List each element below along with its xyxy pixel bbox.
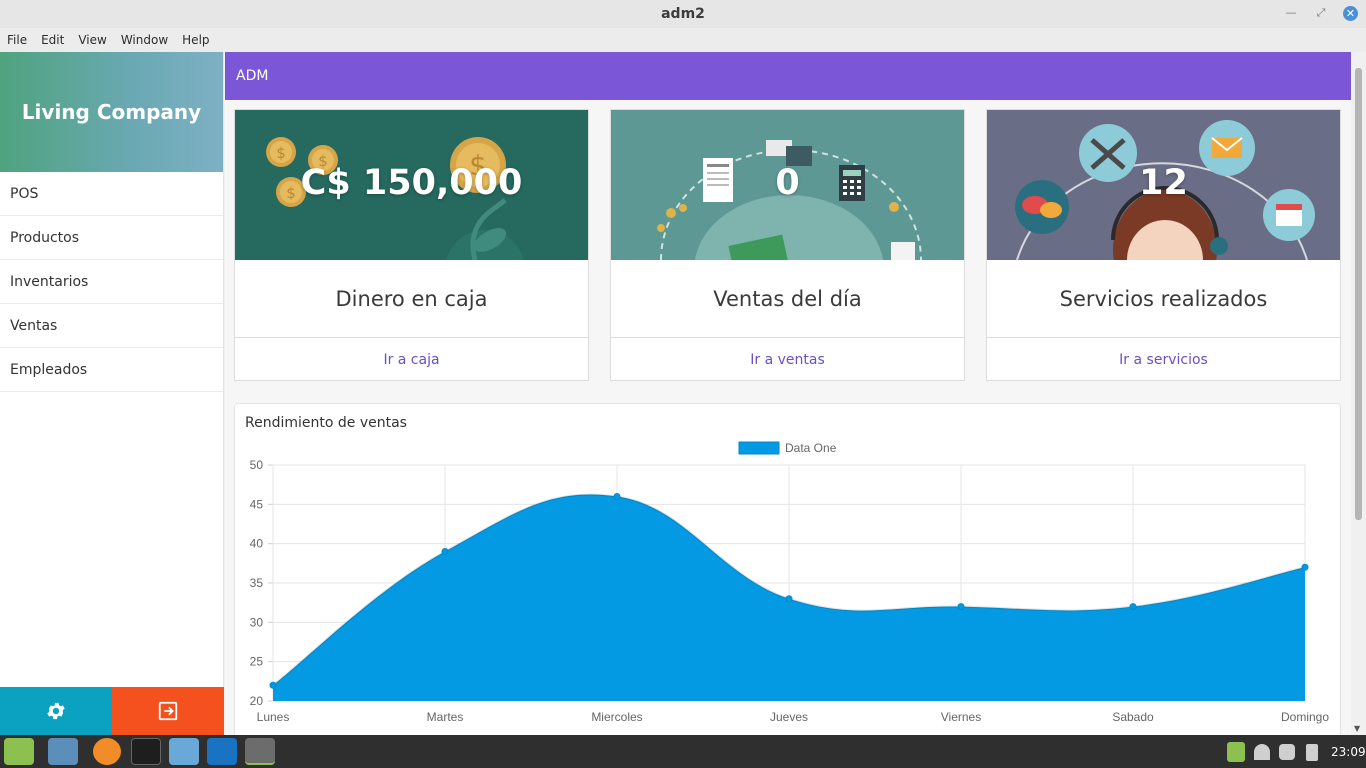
window-titlebar: adm2 — ⤢ ✕ (0, 0, 1366, 28)
card-title: Ventas del día (611, 260, 964, 338)
ir-a-servicios-link[interactable]: Ir a servicios (987, 338, 1340, 381)
x-tick-label: Jueves (770, 710, 808, 724)
legend-swatch (738, 441, 780, 455)
x-tick-label: Viernes (941, 710, 981, 724)
x-tick-label: Sabado (1112, 710, 1154, 724)
brand-name: Living Company (21, 100, 202, 124)
logout-icon (158, 701, 178, 721)
minimize-icon[interactable]: — (1284, 6, 1298, 20)
terminal-icon[interactable] (131, 738, 161, 765)
sidebar-item-pos[interactable]: POS (0, 172, 223, 216)
shield-icon[interactable] (1227, 742, 1245, 762)
y-tick-label: 45 (250, 497, 264, 511)
top-bar-title: ADM (236, 68, 269, 84)
ir-a-ventas-link[interactable]: Ir a ventas (611, 338, 964, 381)
main-content: ADM $ $ $ $ C$ 150,000 Dinero en caja Ir… (225, 52, 1351, 735)
money-illustration: $ $ $ $ C$ 150,000 (235, 110, 588, 260)
y-tick-label: 25 (250, 655, 264, 669)
data-point (269, 681, 277, 689)
sidebar: Living Company POS Productos Inventarios… (0, 52, 224, 735)
y-tick-label: 50 (250, 458, 264, 472)
card-value: 0 (775, 163, 800, 203)
scroll-down-icon[interactable]: ▼ (1354, 724, 1360, 733)
vertical-scrollbar[interactable]: ▼ (1351, 52, 1366, 735)
sidebar-item-inventarios[interactable]: Inventarios (0, 260, 223, 304)
menu-help[interactable]: Help (182, 33, 209, 47)
battery-icon[interactable] (1306, 744, 1318, 761)
sales-chart-card: Rendimiento de ventas 20 25 30 35 40 45 50 Lune… (234, 403, 1341, 735)
menu-window[interactable]: Window (121, 33, 168, 47)
data-point (957, 603, 965, 611)
gear-icon (47, 702, 65, 720)
menu-edit[interactable]: Edit (41, 33, 64, 47)
x-tick-label: Lunes (257, 710, 290, 724)
legend-label: Data One (785, 441, 837, 455)
show-desktop-icon[interactable] (48, 738, 78, 765)
maximize-icon[interactable]: ⤢ (1314, 6, 1328, 20)
top-bar: ADM (225, 52, 1351, 100)
mint-menu-icon[interactable] (4, 738, 34, 765)
ir-a-caja-link[interactable]: Ir a caja (235, 338, 588, 381)
scrollbar-thumb[interactable] (1355, 68, 1362, 520)
x-tick-label: Miercoles (591, 710, 642, 724)
card-title: Dinero en caja (235, 260, 588, 338)
volume-icon[interactable] (1279, 744, 1295, 760)
data-point (613, 492, 621, 500)
sales-illustration: 0 (611, 110, 964, 260)
settings-button[interactable] (0, 687, 112, 735)
services-illustration: 12 (987, 110, 1340, 260)
y-tick-label: 30 (250, 615, 264, 629)
card-title: Servicios realizados (987, 260, 1340, 338)
x-tick-label: Martes (427, 710, 464, 724)
data-point (1301, 563, 1309, 571)
data-point (785, 595, 793, 603)
card-servicios-realizados: 12 Servicios realizados Ir a servicios (986, 109, 1341, 381)
y-tick-label: 20 (250, 694, 264, 708)
menu-file[interactable]: File (7, 33, 27, 47)
data-point (441, 548, 449, 556)
logout-button[interactable] (112, 687, 224, 735)
sidebar-actions (0, 687, 224, 735)
wifi-icon[interactable] (1254, 744, 1270, 760)
card-dinero-en-caja: $ $ $ $ C$ 150,000 Dinero en caja Ir a c… (234, 109, 589, 381)
window-title: adm2 (661, 6, 705, 22)
sidebar-item-empleados[interactable]: Empleados (0, 348, 223, 392)
active-window-icon[interactable] (245, 738, 275, 765)
card-value: C$ 150,000 (300, 163, 523, 203)
sales-performance-chart: 20 25 30 35 40 45 50 Lunes Martes Miercoles Jueves… (250, 441, 1330, 724)
y-tick-label: 35 (250, 576, 264, 590)
files-icon[interactable] (169, 738, 199, 765)
x-tick-label: Domingo (1281, 710, 1329, 724)
vscode-icon[interactable] (207, 738, 237, 765)
summary-cards: $ $ $ $ C$ 150,000 Dinero en caja Ir a c… (234, 109, 1351, 381)
brand-header: Living Company (0, 52, 223, 172)
card-ventas-del-dia: 0 Ventas del día Ir a ventas (610, 109, 965, 381)
firefox-icon[interactable] (93, 738, 121, 765)
close-icon[interactable]: ✕ (1343, 6, 1358, 21)
taskbar: 23:09 (0, 735, 1366, 768)
sidebar-item-ventas[interactable]: Ventas (0, 304, 223, 348)
clock: 23:09 (1331, 745, 1366, 759)
y-tick-label: 40 (250, 537, 264, 551)
sidebar-item-productos[interactable]: Productos (0, 216, 223, 260)
data-point (1129, 603, 1137, 611)
card-value: 12 (1139, 163, 1188, 203)
menu-bar: File Edit View Window Help (0, 28, 1366, 52)
svg-text:$: $ (276, 144, 286, 162)
menu-view[interactable]: View (78, 33, 106, 47)
